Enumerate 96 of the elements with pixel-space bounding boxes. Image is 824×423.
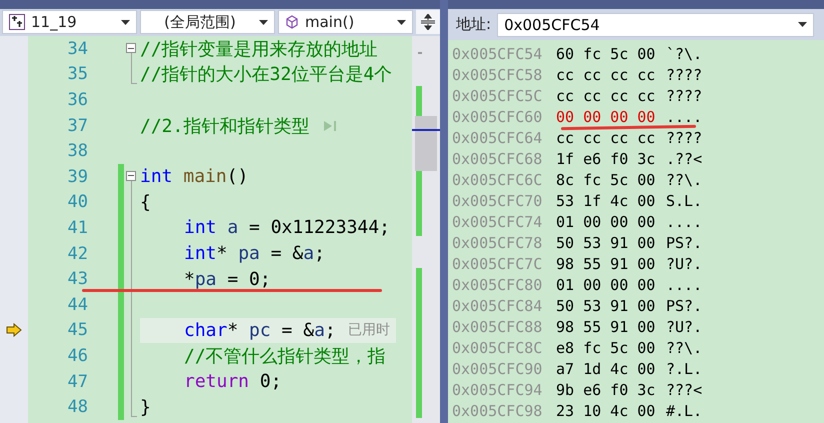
memory-address: 0x005CFC94 (452, 380, 544, 398)
memory-address: 0x005CFC74 (452, 212, 544, 230)
memory-bytes: 00 00 00 00 (556, 108, 656, 126)
memory-address: 0x005CFC7C (452, 254, 544, 272)
caret-icon (397, 20, 406, 24)
memory-bytes: 23 10 4c 00 (556, 402, 656, 420)
memory-ascii: ???< (666, 380, 702, 398)
memory-ascii: ??\. (666, 338, 702, 356)
code-line: *pa = 0; (183, 268, 272, 292)
line-number: 43 (66, 269, 88, 290)
line-number: 41 (66, 218, 88, 238)
memory-address: 0x005CFC68 (452, 150, 544, 168)
memory-address: 0x005CFC5C (452, 86, 544, 104)
memory-bytes: 01 00 00 00 (556, 276, 656, 294)
split-icon (421, 14, 435, 30)
memory-bytes: e8 fc 5c 00 (556, 338, 656, 356)
memory-bytes: 1f e6 f0 3c (556, 150, 656, 168)
memory-bytes: 50 53 91 00 (556, 234, 656, 252)
address-label: 地址: (456, 15, 492, 34)
code-line: int* pa = &a; (183, 242, 326, 266)
memory-address: 0x005CFC64 (452, 128, 544, 146)
line-number: 42 (66, 244, 88, 264)
memory-bytes: 60 fc 5c 00 (556, 44, 656, 62)
memory-bytes: cc cc cc cc (556, 86, 656, 104)
line-number: 39 (66, 166, 88, 187)
cube-icon (285, 15, 299, 29)
memory-bytes: a7 1d 4c 00 (556, 360, 656, 378)
code-line: int a = 0x11223344; (183, 216, 391, 240)
collapse-icon[interactable] (126, 43, 136, 53)
memory-bytes: 98 55 91 00 (556, 254, 656, 272)
line-number: 36 (66, 90, 88, 110)
memory-ascii: #.L. (666, 402, 702, 420)
project-dropdown[interactable]: 11_19 (2, 10, 137, 34)
line-number: 38 (66, 141, 88, 162)
caret-icon (259, 20, 268, 24)
code-line: { (140, 190, 152, 215)
memory-ascii: .??< (666, 150, 702, 168)
memory-ascii: ??\. (666, 170, 702, 188)
line-number: 46 (66, 346, 88, 366)
memory-address: 0x005CFC84 (452, 296, 544, 314)
memory-bytes: cc cc cc cc (556, 128, 656, 146)
line-number: 44 (66, 294, 88, 315)
code-line: //指针的大小在32位平台是4个 (140, 63, 394, 88)
memory-ascii: ?U?. (666, 254, 702, 272)
memory-bytes: 8c fc 5c 00 (556, 170, 656, 188)
scope-dropdown[interactable]: (全局范围) (140, 10, 275, 34)
code-line: //2.指针和指针类型 (140, 114, 310, 138)
code-line: //不管什么指针类型，指 (183, 344, 387, 369)
line-number: 37 (66, 116, 88, 136)
project-icon (9, 14, 25, 30)
memory-ascii: .... (666, 212, 702, 230)
memory-ascii: PS?. (666, 234, 702, 252)
memory-ascii: S.L. (666, 192, 702, 210)
collapse-icon[interactable] (126, 170, 136, 181)
memory-ascii: ???? (666, 66, 702, 84)
code-line: return 0; (183, 370, 283, 394)
code-line: //指针变量是用来存放的地址 (140, 38, 379, 62)
function-dropdown[interactable]: main() (278, 10, 413, 34)
code-line: int main() (140, 165, 250, 190)
memory-address: 0x005CFC70 (452, 192, 544, 210)
split-window-button[interactable] (416, 10, 440, 34)
memory-bytes: 01 00 00 00 (556, 212, 656, 230)
vertical-scrollbar[interactable] (412, 36, 440, 423)
caret-icon (121, 20, 130, 24)
memory-ascii: ???? (666, 86, 702, 104)
line-number: 47 (66, 372, 88, 392)
line-number: 45 (66, 320, 88, 340)
memory-bytes: cc cc cc cc (556, 66, 656, 84)
memory-ascii: .... (666, 108, 702, 126)
memory-address: 0x005CFC60 (452, 108, 544, 126)
memory-address: 0x005CFC90 (452, 360, 544, 378)
memory-address: 0x005CFC54 (452, 44, 544, 62)
memory-ascii: ???? (666, 128, 702, 146)
memory-address: 0x005CFC98 (452, 402, 544, 420)
memory-bytes: 53 1f 4c 00 (556, 192, 656, 210)
memory-address: 0x005CFC8C (452, 338, 544, 356)
caret-icon (798, 22, 807, 27)
code-line: } (140, 396, 152, 420)
line-number: 34 (66, 38, 88, 59)
line-number: 48 (66, 397, 88, 418)
memory-bytes: 50 53 91 00 (556, 296, 656, 314)
memory-address: 0x005CFC58 (452, 66, 544, 84)
memory-ascii: .... (666, 276, 702, 294)
memory-ascii: `?\. (666, 44, 702, 62)
memory-address: 0x005CFC78 (452, 234, 544, 252)
memory-ascii: ?.L. (666, 360, 702, 378)
memory-ascii: ?U?. (666, 318, 702, 336)
memory-ascii: PS?. (666, 296, 702, 314)
memory-address: 0x005CFC88 (452, 318, 544, 336)
address-field[interactable]: 0x005CFC54 (497, 12, 814, 36)
memory-address: 0x005CFC80 (452, 276, 544, 294)
memory-bytes: 98 55 91 00 (556, 318, 656, 336)
memory-address: 0x005CFC6C (452, 170, 544, 188)
memory-bytes: 9b e6 f0 3c (556, 380, 656, 398)
line-number: 35 (66, 64, 88, 84)
line-number: 40 (66, 192, 88, 212)
